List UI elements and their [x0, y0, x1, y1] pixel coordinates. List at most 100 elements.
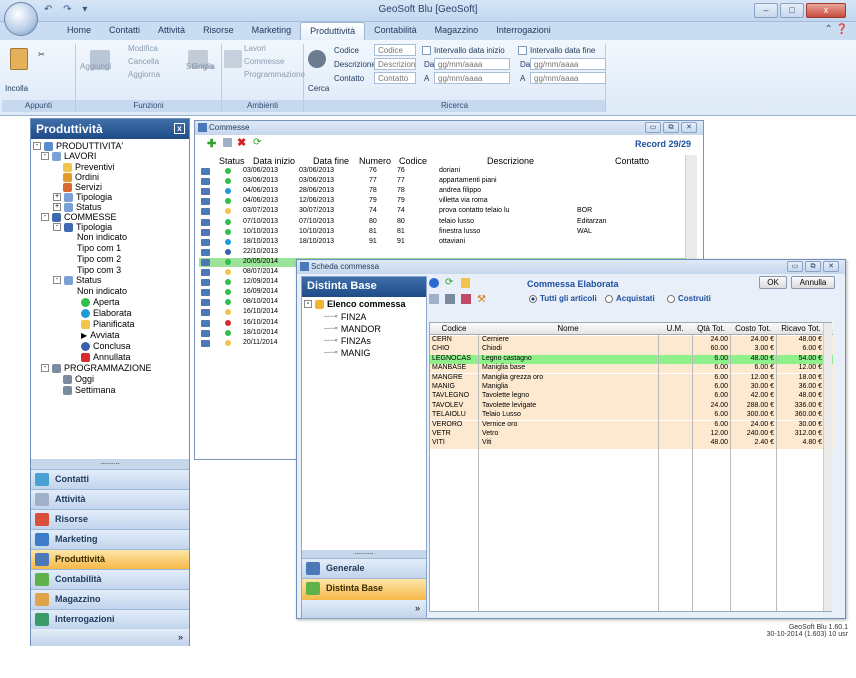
tree-node[interactable]: - PROGRAMMAZIONE [41, 363, 152, 373]
table-row[interactable]: 07/10/2013 07/10/2013 80 80 telaio lusso Edit… [199, 218, 689, 227]
add-icon[interactable]: ✚ [207, 137, 216, 150]
inizio-a-input[interactable] [434, 72, 510, 84]
tree-node[interactable]: Aperta [81, 297, 120, 307]
close-button[interactable]: x [806, 3, 846, 18]
item-icon[interactable] [461, 294, 471, 304]
tree-node[interactable]: Ordini [63, 172, 99, 182]
col-status[interactable]: Status [219, 156, 245, 166]
refresh-icon[interactable]: ⟳ [253, 137, 261, 148]
nav-magazzino[interactable]: Magazzino [31, 589, 189, 609]
edit-icon[interactable] [223, 138, 232, 147]
col-data-inizio[interactable]: Data inizio [253, 156, 295, 166]
tree-node[interactable]: Tipo com 3 [77, 265, 121, 275]
tree-node[interactable]: Tipo com 1 [77, 243, 121, 253]
tree-node[interactable]: + Tipologia [53, 192, 112, 202]
col-descrizione[interactable]: Descrizione [487, 156, 534, 166]
nav-produttivita[interactable]: Produttività [31, 549, 189, 569]
nav-attivita[interactable]: Attività [31, 489, 189, 509]
tree-node[interactable]: Pianificata [81, 319, 135, 329]
contatto-input[interactable] [374, 72, 416, 84]
tree-node[interactable]: - LAVORI [41, 151, 96, 161]
tab-contatti[interactable]: Contatti [100, 22, 149, 40]
splitter-dots[interactable]: .......... [302, 549, 426, 558]
grid-row[interactable]: TELAIOLU Telaio Lusso 6.00 300.00 € 360.00 € [430, 411, 833, 421]
minimize-button[interactable]: ▭ [645, 122, 661, 133]
grid-row[interactable]: VERORO Vernice oro 6.00 24.00 € 30.00 € [430, 420, 833, 430]
tab-attivita[interactable]: Attività [149, 22, 194, 40]
col-data-fine[interactable]: Data fine [313, 156, 349, 166]
tree-node[interactable]: Elaborata [81, 308, 132, 318]
descrizione-input[interactable] [374, 58, 416, 70]
lavori-button[interactable]: Lavori [244, 44, 266, 53]
grid-scrollbar[interactable] [823, 323, 832, 611]
table-row[interactable]: 10/10/2013 10/10/2013 81 81 finestra lusso WA… [199, 228, 689, 237]
fine-da-input[interactable] [530, 58, 606, 70]
tab-contabilita[interactable]: Contabilità [365, 22, 426, 40]
tab-marketing[interactable]: Marketing [243, 22, 301, 40]
tree-node[interactable]: ─⊸ MANIG [324, 347, 370, 358]
minimize-button[interactable]: – [754, 3, 778, 18]
tree-node[interactable]: Annullata [81, 352, 131, 362]
col-contatto[interactable]: Contatto [615, 156, 649, 166]
office-orb-button[interactable] [4, 2, 38, 36]
cancella-button[interactable]: Cancella [128, 57, 159, 66]
tree-node[interactable]: - PRODUTTIVITA' [33, 141, 123, 151]
col-nome[interactable]: Nome [478, 324, 658, 333]
grid-row[interactable]: TAVLEGNO Tavolette legno 6.00 42.00 € 48.00 … [430, 392, 833, 402]
grid-row[interactable]: MANBASE Maniglia base 6.00 6.00 € 12.00 € [430, 364, 833, 374]
table-row[interactable]: 03/06/2013 03/06/2013 76 76 doriani [199, 167, 689, 176]
tree-node[interactable]: Preventivi [63, 162, 115, 172]
nav-risorse[interactable]: Risorse [31, 509, 189, 529]
tree-node[interactable]: ─⊸ FIN2A [324, 311, 366, 322]
cut-icon[interactable]: ✂ [38, 50, 45, 59]
grid-row[interactable]: LEGNOCAS Legno castagno 6.00 48.00 € 54.00 € [430, 354, 833, 365]
ok-button[interactable]: OK [759, 276, 787, 289]
minimize-button[interactable]: ▭ [787, 261, 803, 272]
col-codice[interactable]: Codice [430, 324, 478, 333]
radio-acquistati[interactable]: Acquistati [605, 294, 655, 303]
col-numero[interactable]: Numero [359, 156, 391, 166]
cerca-button[interactable]: Cerca [308, 84, 329, 93]
list-icon[interactable] [429, 294, 439, 304]
grid-row[interactable]: MANGRE Maniglia grezza oro 6.00 12.00 € 18.0… [430, 373, 833, 383]
help-icon[interactable]: ⌃ ❓ [824, 24, 848, 35]
quick-access-toolbar[interactable]: ↶ ↷ ▾ [44, 4, 114, 18]
table-row[interactable]: 04/06/2013 28/06/2013 78 78 andrea filippo [199, 187, 689, 196]
grid-row[interactable]: VETR Vetro 12.00 240.00 € 312.00 € [430, 430, 833, 440]
tree-node[interactable]: - Tipologia [53, 222, 112, 232]
tree-node[interactable]: - COMMESSE [41, 212, 117, 222]
tab-home[interactable]: Home [58, 22, 100, 40]
grid-row[interactable]: MANIG Maniglia 6.00 30.00 € 36.00 € [430, 383, 833, 393]
radio-costruiti[interactable]: Costruiti [667, 294, 711, 303]
tree-node[interactable]: Non indicato [77, 286, 127, 296]
inizio-da-input[interactable] [434, 58, 510, 70]
grid-row[interactable]: TAVOLEV Tavolette levigate 24.00 288.00 € 33… [430, 401, 833, 412]
tab-risorse[interactable]: Risorse [194, 22, 243, 40]
tree-node[interactable]: Non indicato [77, 232, 127, 242]
nav-contabilita[interactable]: Contabilità [31, 569, 189, 589]
col-costo[interactable]: Costo Tot. [730, 324, 776, 333]
nav-generale[interactable]: Generale [302, 558, 426, 578]
nav-interrogazioni[interactable]: Interrogazioni [31, 609, 189, 629]
grid-row[interactable]: CHIO Chiodi 60.00 3.00 € 6.00 € [430, 345, 833, 355]
col-um[interactable]: U.M. [658, 324, 692, 333]
wrench-icon[interactable]: ⚒ [477, 294, 486, 305]
delete-icon[interactable]: ✖ [237, 136, 246, 149]
incolla-button[interactable]: Incolla [5, 84, 28, 93]
tree-node[interactable]: Tipo com 2 [77, 254, 121, 264]
nav-marketing[interactable]: Marketing [31, 529, 189, 549]
tree-node[interactable]: ─⊸ FIN2As [324, 335, 371, 346]
tree-node[interactable]: Conclusa [81, 341, 131, 351]
griglia-button[interactable]: Griglia [192, 62, 215, 71]
fine-a-input[interactable] [530, 72, 606, 84]
close-button[interactable]: ✕ [823, 261, 839, 272]
table-row[interactable]: 03/06/2013 03/06/2013 77 77 appartamenti pia… [199, 177, 689, 186]
table-row[interactable]: 22/10/2013 [199, 248, 689, 257]
annulla-button[interactable]: Annulla [791, 276, 835, 289]
more-buttons[interactable]: » [302, 600, 426, 618]
intervallo-fine-checkbox[interactable] [518, 46, 527, 55]
tree-icon[interactable] [445, 294, 455, 304]
tab-produttivita[interactable]: Produttività [300, 22, 366, 40]
grid-row[interactable]: CERN Cerniere 24.00 24.00 € 48.00 € [430, 336, 833, 346]
grid-row[interactable]: VITI Viti 48.00 2.40 € 4.80 € [430, 439, 833, 449]
